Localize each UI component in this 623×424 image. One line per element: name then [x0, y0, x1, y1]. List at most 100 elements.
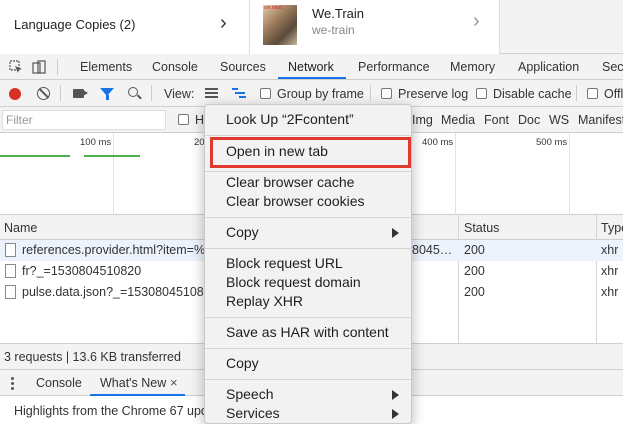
disable-cache-checkbox[interactable] — [476, 88, 487, 99]
more-tools-icon[interactable] — [11, 377, 15, 391]
menu-item-clear-browser-cookies[interactable]: Clear browser cookies — [226, 193, 365, 209]
menu-item-block-request-domain[interactable]: Block request domain — [226, 274, 361, 290]
menu-item-replay-xhr[interactable]: Replay XHR — [226, 293, 303, 309]
drawer-tab-whats-new[interactable]: What's New — [100, 376, 166, 390]
view-label: View: — [164, 87, 195, 101]
menu-item-services[interactable]: Services — [226, 405, 280, 421]
request-status: 200 — [464, 285, 485, 299]
column-header-name[interactable]: Name — [4, 221, 37, 235]
request-status: 200 — [464, 264, 485, 278]
capture-screenshots-icon[interactable] — [73, 89, 88, 98]
language-copies-card[interactable]: Language Copies (2) › — [0, 0, 250, 54]
menu-item-block-request-url[interactable]: Block request URL — [226, 255, 343, 271]
menu-divider — [205, 348, 411, 349]
timeline-tick: 20 — [194, 137, 205, 148]
timeline-gridline — [569, 133, 570, 215]
menu-item-copy-submenu[interactable]: Copy — [226, 224, 259, 240]
menu-item-look-up[interactable]: Look Up “2Fcontent” — [226, 111, 354, 127]
request-name: references.provider.html?item=%2 — [22, 243, 213, 257]
offline-label: Offl — [604, 87, 623, 101]
request-extra: 8045… — [412, 243, 453, 257]
language-copies-label: Language Copies (2) — [14, 17, 136, 32]
request-type: xhr — [601, 243, 619, 257]
file-icon — [5, 264, 16, 278]
file-icon — [5, 243, 16, 257]
request-status: 200 — [464, 243, 485, 257]
tab-sources[interactable]: Sources — [220, 60, 266, 74]
type-filter-img[interactable]: Img — [412, 113, 433, 127]
group-by-frame-label: Group by frame — [277, 87, 364, 101]
preserve-log-checkbox[interactable] — [381, 88, 392, 99]
offline-checkbox[interactable] — [587, 88, 598, 99]
hide-data-urls-label: H — [195, 113, 205, 127]
requests-summary: 3 requests | 13.6 KB transferred — [4, 350, 181, 364]
column-header-status[interactable]: Status — [464, 221, 499, 235]
clear-icon[interactable] — [37, 87, 50, 100]
toolbar-divider — [151, 85, 152, 101]
device-toolbar-icon[interactable] — [32, 60, 46, 74]
request-name: fr?_=1530804510820 — [22, 264, 142, 278]
large-rows-icon[interactable] — [205, 88, 218, 99]
timeline-tick: 400 ms — [422, 137, 454, 148]
submenu-arrow-icon — [392, 228, 399, 238]
menu-item-save-as-har[interactable]: Save as HAR with content — [226, 324, 389, 340]
request-type: xhr — [601, 285, 619, 299]
group-by-frame-checkbox[interactable] — [260, 88, 271, 99]
network-toolbar: View: Group by frame Preserve log Disabl… — [0, 80, 623, 107]
waterfall-overview-icon[interactable] — [232, 88, 246, 99]
inspect-element-icon[interactable] — [9, 60, 23, 74]
tab-application[interactable]: Application — [518, 60, 579, 74]
toolbar-divider — [576, 85, 577, 101]
tab-security[interactable]: Sec — [602, 60, 623, 74]
column-header-type[interactable]: Type — [601, 221, 623, 235]
menu-divider — [205, 217, 411, 218]
menu-divider — [205, 135, 411, 136]
type-filter-doc[interactable]: Doc — [518, 113, 540, 127]
menu-divider — [205, 171, 411, 172]
toolbar-divider — [370, 85, 371, 101]
app-card[interactable]: we.retail We.Train we-train › — [250, 0, 500, 54]
type-filter-manifest[interactable]: Manifest — [578, 113, 623, 127]
menu-divider — [205, 317, 411, 318]
close-icon[interactable]: × — [170, 375, 178, 390]
type-filter-ws[interactable]: WS — [549, 113, 569, 127]
menu-divider — [205, 379, 411, 380]
preserve-log-label: Preserve log — [398, 87, 469, 101]
record-icon[interactable] — [9, 88, 21, 100]
whats-new-text: Highlights from the Chrome 67 upda — [14, 404, 215, 418]
active-tab-indicator — [278, 77, 346, 79]
menu-item-speech[interactable]: Speech — [226, 386, 273, 402]
search-icon[interactable] — [128, 87, 138, 97]
timeline-bar — [84, 155, 140, 157]
tab-console[interactable]: Console — [152, 60, 198, 74]
tab-elements[interactable]: Elements — [80, 60, 132, 74]
type-filter-media[interactable]: Media — [441, 113, 475, 127]
chevron-right-icon: › — [473, 10, 480, 32]
toolbar-divider — [60, 85, 61, 101]
tab-performance[interactable]: Performance — [358, 60, 430, 74]
highlight-annotation-box — [210, 137, 411, 168]
filter-icon[interactable] — [100, 88, 114, 100]
timeline-gridline — [113, 133, 114, 215]
timeline-gridline — [455, 133, 456, 215]
tab-network[interactable]: Network — [288, 60, 334, 74]
toolbar-divider — [57, 59, 58, 75]
menu-item-copy[interactable]: Copy — [226, 355, 259, 371]
filter-input[interactable] — [2, 110, 166, 130]
top-strip: Language Copies (2) › we.retail We.Train… — [0, 0, 623, 54]
timeline-bar — [0, 155, 70, 157]
hide-data-urls-checkbox[interactable] — [178, 114, 189, 125]
type-filter-font[interactable]: Font — [484, 113, 509, 127]
menu-item-clear-browser-cache[interactable]: Clear browser cache — [226, 174, 354, 190]
timeline-tick: 500 ms — [536, 137, 568, 148]
app-name: We.Train — [312, 6, 365, 21]
app-thumbnail: we.retail — [263, 5, 297, 45]
disable-cache-label: Disable cache — [493, 87, 572, 101]
chevron-right-icon: › — [220, 12, 227, 34]
submenu-arrow-icon — [392, 390, 399, 400]
tab-memory[interactable]: Memory — [450, 60, 495, 74]
app-subtitle: we-train — [312, 23, 355, 37]
request-name: pulse.data.json?_=15308045108 — [22, 285, 204, 299]
drawer-tab-console[interactable]: Console — [36, 376, 82, 390]
request-type: xhr — [601, 264, 619, 278]
